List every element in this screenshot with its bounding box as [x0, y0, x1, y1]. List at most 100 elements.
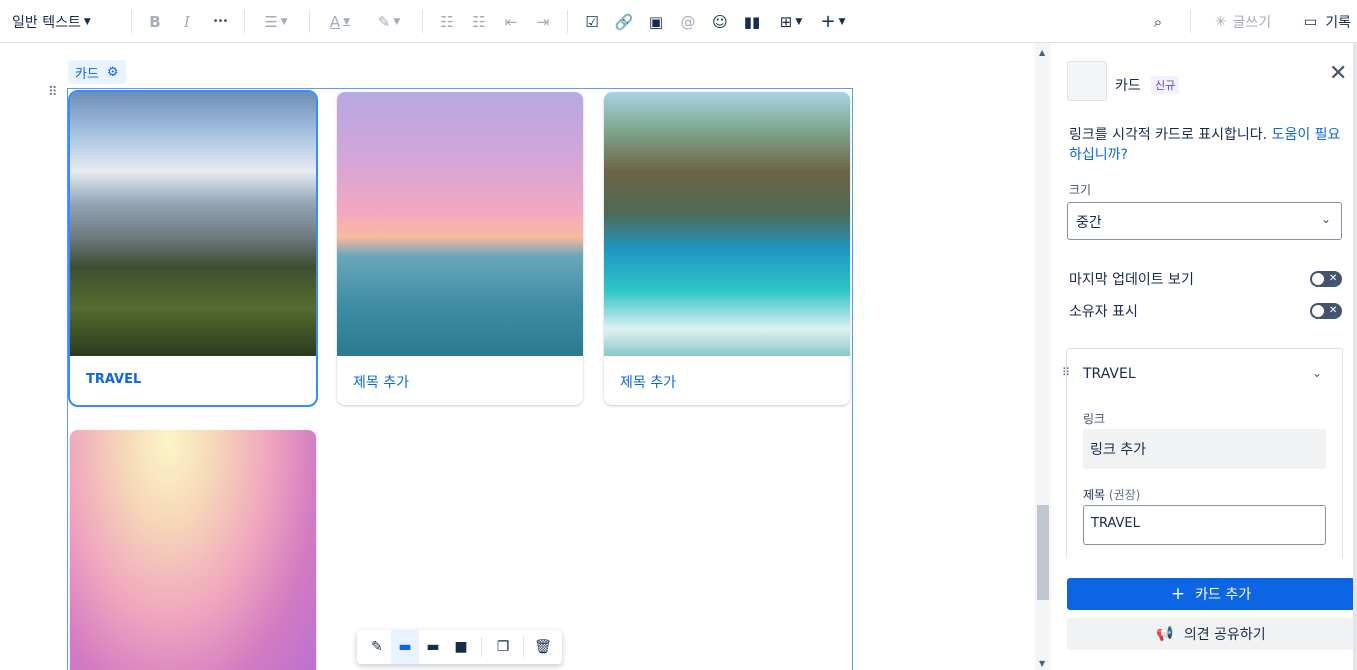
- drag-handle-icon[interactable]: ⠿: [48, 85, 58, 100]
- scroll-down-icon[interactable]: ▼: [1039, 659, 1045, 668]
- title-label-text: 제목: [1083, 488, 1106, 502]
- layout-button[interactable]: ▮▮: [742, 0, 762, 43]
- image-icon: ▣: [648, 12, 664, 31]
- size-medium-button[interactable]: ▬: [419, 630, 447, 664]
- link-button[interactable]: 🔗: [614, 0, 634, 43]
- size-value: 중간: [1076, 215, 1102, 231]
- scroll-up-icon[interactable]: ▲: [1039, 48, 1045, 57]
- size-small-button[interactable]: ▬: [391, 630, 419, 664]
- text-style-label: 일반 텍스트: [12, 14, 81, 31]
- numbered-list-button[interactable]: ☷: [469, 0, 489, 43]
- settings-sliders-icon: ⚙: [106, 64, 119, 80]
- toolbar-divider: [309, 10, 310, 33]
- link-input[interactable]: 링크 추가: [1083, 429, 1326, 469]
- image-button[interactable]: ▣: [646, 0, 666, 43]
- columns-icon: ▮▮: [743, 12, 761, 31]
- edit-button[interactable]: ✎: [363, 630, 391, 664]
- outdent-icon: ⇤: [504, 12, 518, 31]
- card-item[interactable]: 제목 추가: [604, 92, 850, 405]
- cards-icon: [1067, 61, 1107, 101]
- accordion-title[interactable]: TRAVEL: [1083, 366, 1136, 382]
- ai-write-label: 글쓰기: [1232, 14, 1272, 31]
- text-style-dropdown[interactable]: 일반 텍스트 ▼: [12, 0, 112, 43]
- emoji-icon: ☺: [712, 12, 728, 31]
- copy-button[interactable]: ❐: [489, 630, 517, 664]
- card-image-sunset-sea: [337, 92, 583, 356]
- table-button[interactable]: ⊞ ▼: [772, 0, 810, 43]
- card-item[interactable]: [70, 430, 316, 670]
- title-hint: (권장): [1108, 488, 1141, 502]
- card-accordion: TRAVEL ⌄ 링크 링크 추가 제목 (권장) TRAVEL: [1066, 348, 1343, 558]
- text-color-icon: A: [329, 12, 341, 31]
- card-title: 제목 추가: [353, 375, 409, 391]
- text-color-button[interactable]: A ▼: [323, 0, 357, 43]
- size-large-button[interactable]: ■: [447, 630, 475, 664]
- add-card-button[interactable]: + 카드 추가: [1067, 578, 1355, 610]
- card-image-mountains: [70, 92, 316, 356]
- scrollbar-thumb[interactable]: [1037, 505, 1049, 600]
- bold-icon: B: [149, 12, 161, 31]
- cards-container: TRAVEL 제목 추가 제목 추가: [67, 88, 853, 670]
- toggle-knob: [1312, 273, 1324, 285]
- pencil-icon: ✎: [371, 639, 383, 655]
- indent-icon: ⇥: [536, 12, 550, 31]
- toggle-label: 마지막 업데이트 보기: [1069, 272, 1194, 288]
- layout-large-icon: ■: [454, 639, 468, 655]
- bold-button[interactable]: B: [145, 0, 165, 43]
- toggle-label: 소유자 표시: [1069, 304, 1138, 320]
- record-button[interactable]: ▭ 기록: [1304, 0, 1357, 43]
- chevron-down-icon[interactable]: ⌄: [1312, 366, 1322, 380]
- card-item[interactable]: 제목 추가: [337, 92, 583, 405]
- table-icon: ⊞: [779, 12, 793, 31]
- chevron-down-icon: ▼: [838, 16, 846, 27]
- italic-button[interactable]: I: [177, 0, 197, 43]
- trash-icon: 🗑: [534, 639, 552, 655]
- alignment-button[interactable]: ☰ ▼: [258, 0, 294, 43]
- editor-scrollbar[interactable]: ▲ ▼: [1035, 43, 1051, 670]
- find-button[interactable]: ⌕: [1148, 0, 1168, 43]
- more-icon: •••: [212, 16, 229, 27]
- editor-toolbar: 일반 텍스트 ▼ B I ••• ☰ ▼ A ▼ ✎ ▼ ☷ ☷ ⇤ ⇥ ☑ 🔗 ▣ @…: [0, 0, 1357, 43]
- indent-button[interactable]: ⇥: [533, 0, 553, 43]
- last-updated-toggle[interactable]: ✕: [1310, 271, 1342, 287]
- chevron-down-icon: ⌄: [1320, 212, 1331, 226]
- toolbar-divider: [244, 10, 245, 33]
- title-input[interactable]: TRAVEL: [1083, 505, 1326, 545]
- cards-element-chip[interactable]: 카드 ⚙: [68, 60, 126, 84]
- bullet-list-button[interactable]: ☷: [437, 0, 457, 43]
- add-card-label: 카드 추가: [1195, 587, 1252, 603]
- layout-medium-icon: ▬: [426, 639, 440, 655]
- card-settings-panel: 카드 신규 ✕ 링크를 시각적 카드로 표시합니다. 도움이 필요하십니까? 크…: [1051, 43, 1357, 670]
- mention-button[interactable]: @: [678, 0, 698, 43]
- italic-icon: I: [184, 12, 190, 31]
- ai-write-button[interactable]: ✳ 글쓰기: [1208, 0, 1278, 43]
- card-item[interactable]: TRAVEL: [68, 90, 318, 407]
- show-owner-toggle[interactable]: ✕: [1310, 303, 1342, 319]
- drag-handle-icon[interactable]: ⠿: [1062, 366, 1070, 379]
- card-floating-toolbar: ✎ ▬ ▬ ■ ❐ 🗑: [357, 630, 562, 664]
- close-icon: ✕: [1329, 273, 1338, 284]
- plus-icon: +: [820, 11, 836, 32]
- panel-scrollbar[interactable]: [1353, 43, 1357, 670]
- action-item-button[interactable]: ☑: [582, 0, 602, 43]
- feedback-label: 의견 공유하기: [1183, 627, 1266, 643]
- highlight-button[interactable]: ✎ ▼: [372, 0, 406, 43]
- checkbox-icon: ☑: [585, 12, 599, 31]
- card-image-gradient: [70, 430, 316, 670]
- more-formatting-button[interactable]: •••: [208, 0, 232, 43]
- close-icon[interactable]: ✕: [1329, 61, 1347, 86]
- chip-label: 카드: [75, 66, 99, 82]
- align-left-icon: ☰: [264, 12, 278, 31]
- emoji-button[interactable]: ☺: [710, 0, 730, 43]
- toolbar-divider: [523, 637, 524, 657]
- link-icon: 🔗: [614, 12, 634, 31]
- toolbar-divider: [567, 10, 568, 33]
- delete-button[interactable]: 🗑: [529, 630, 557, 664]
- size-select[interactable]: 중간 ⌄: [1067, 202, 1342, 240]
- outdent-button[interactable]: ⇤: [501, 0, 521, 43]
- megaphone-icon: 📢: [1156, 626, 1174, 642]
- feedback-button[interactable]: 📢 의견 공유하기: [1067, 618, 1355, 650]
- card-image-coastal-arch: [604, 92, 850, 356]
- toolbar-divider: [131, 10, 132, 33]
- insert-button[interactable]: + ▼: [817, 0, 849, 43]
